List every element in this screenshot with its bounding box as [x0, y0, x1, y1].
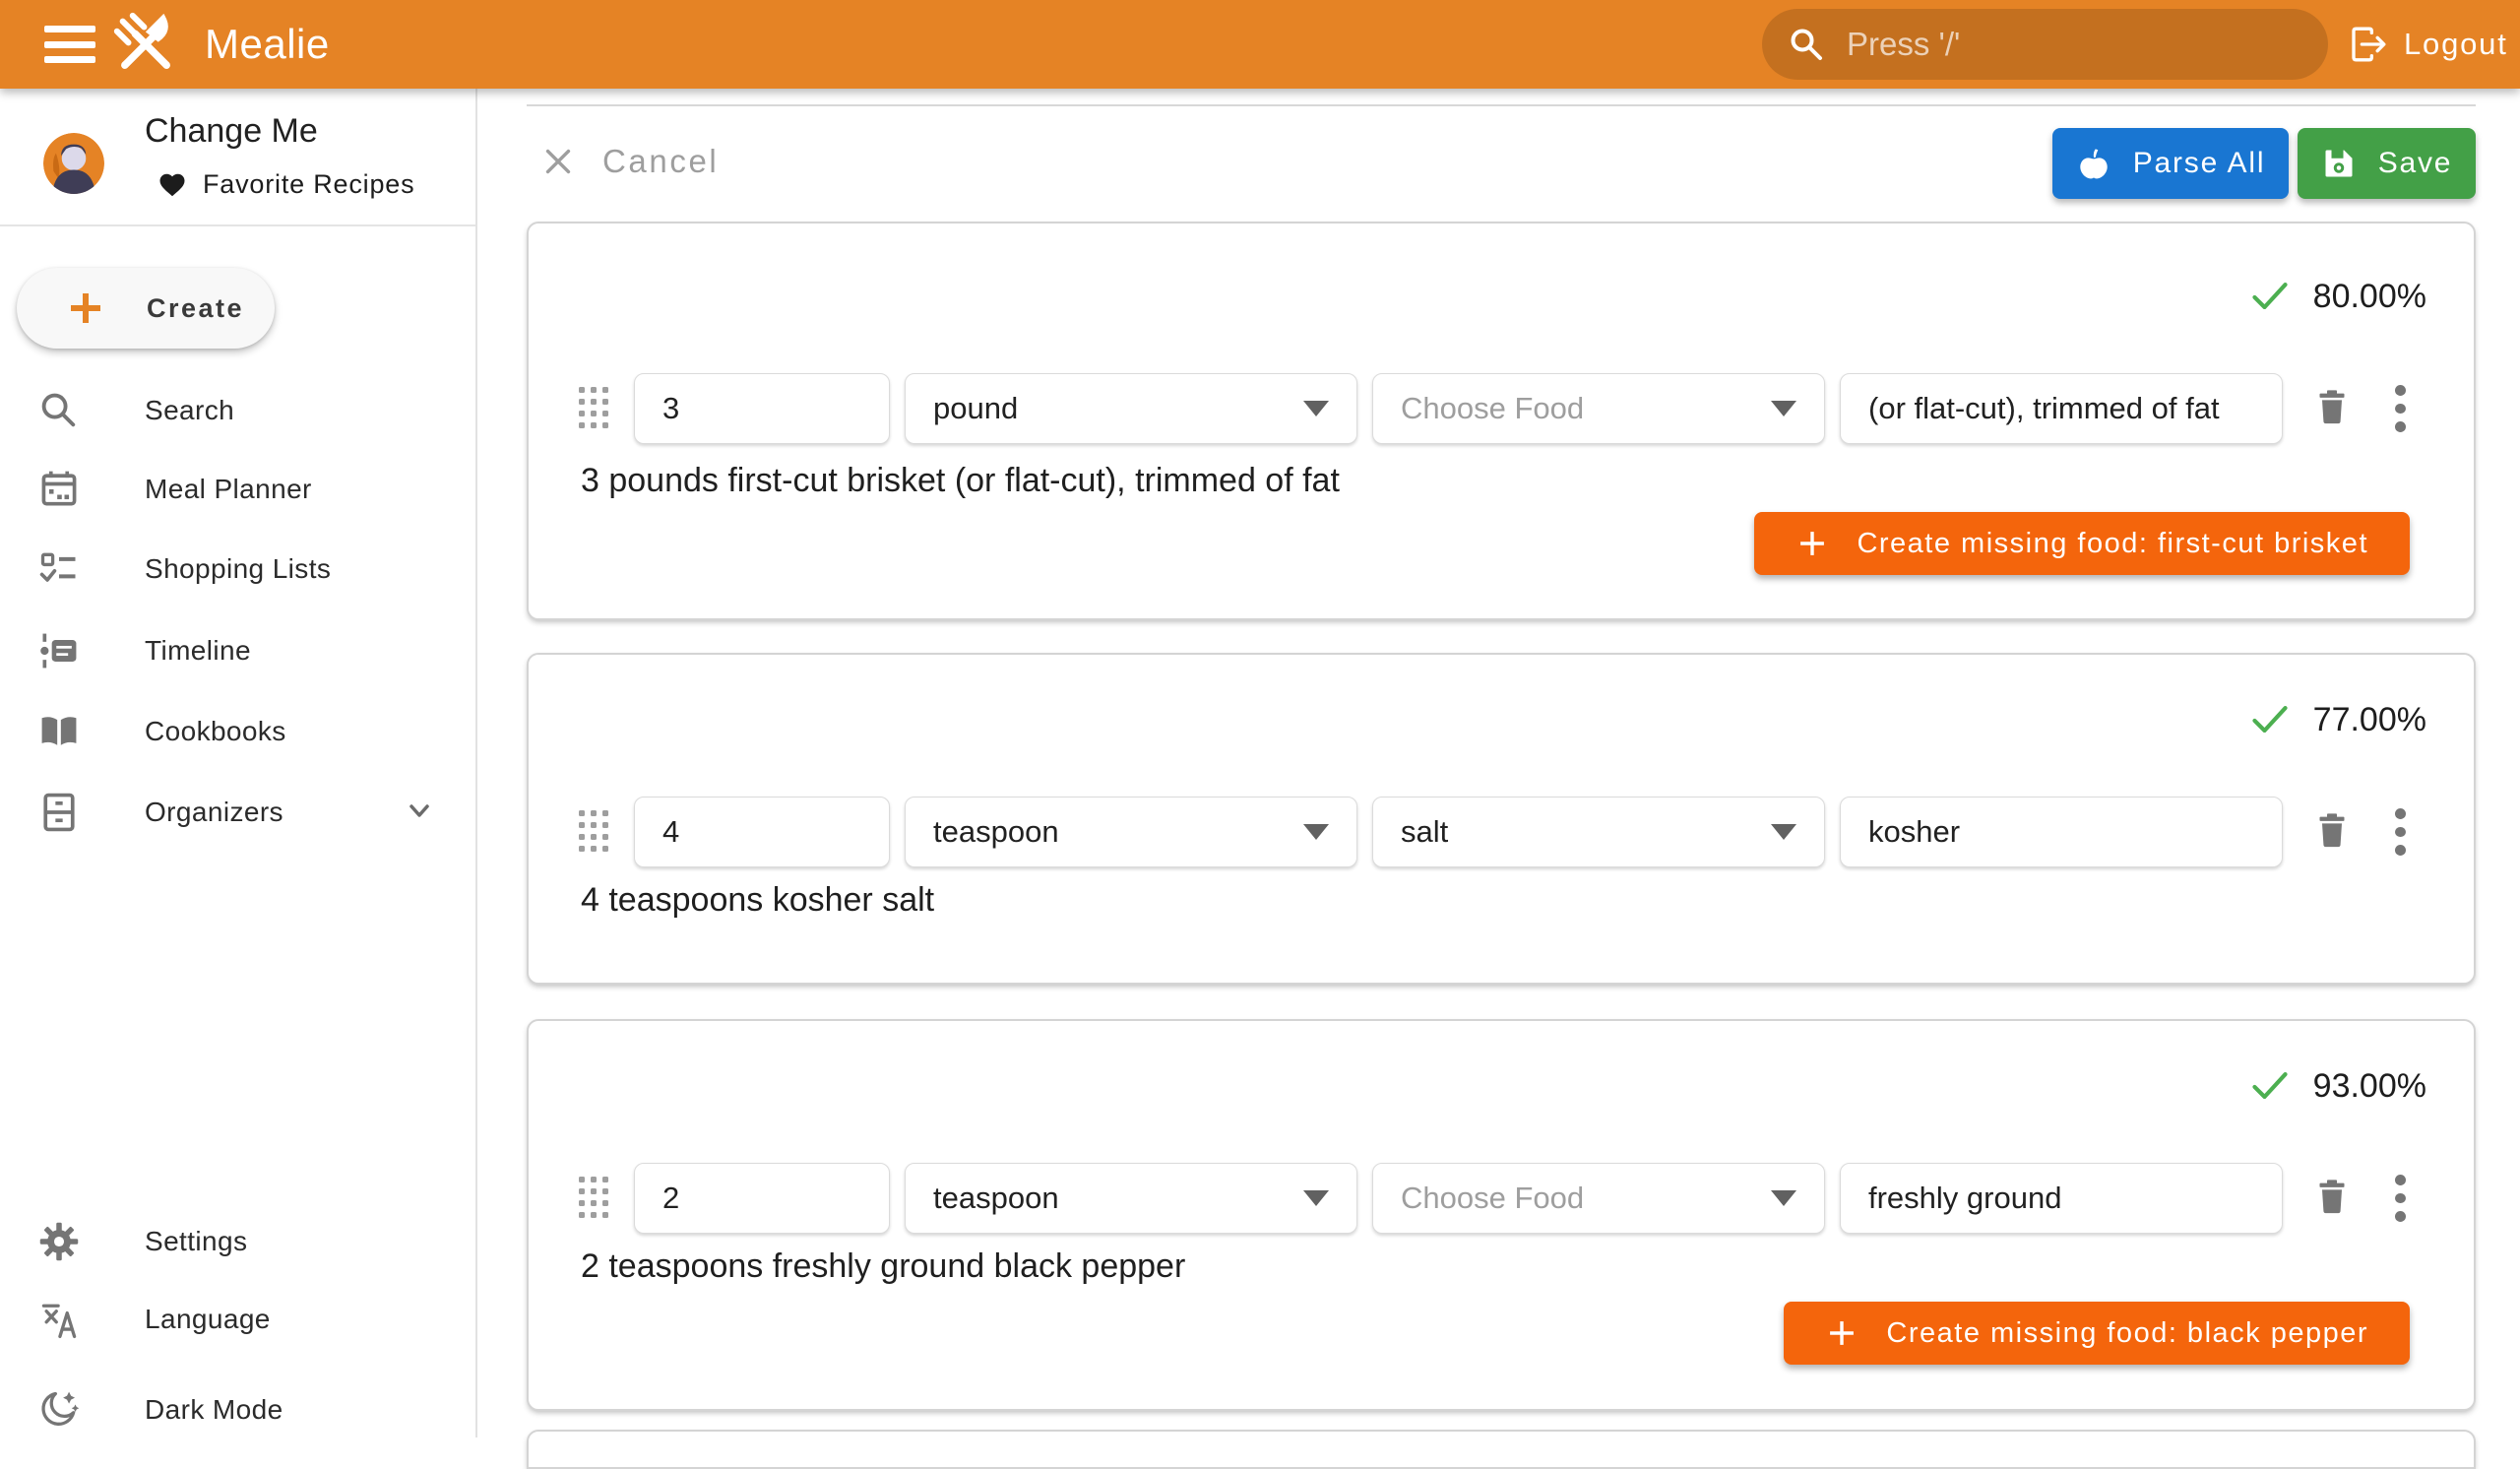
- logout-label: Logout: [2404, 27, 2508, 62]
- dropdown-caret-icon: [1771, 824, 1796, 840]
- favorite-recipes-link[interactable]: Favorite Recipes: [158, 169, 414, 200]
- confidence-value: 80.00%: [2313, 278, 2426, 316]
- kebab-menu-icon[interactable]: [2383, 385, 2417, 432]
- confidence-value: 77.00%: [2313, 701, 2426, 739]
- original-ingredient-text: 4 teaspoons kosher salt: [581, 881, 934, 920]
- trash-icon[interactable]: [2312, 810, 2352, 855]
- confidence-indicator: 77.00%: [2248, 698, 2426, 741]
- create-missing-food-button[interactable]: Create missing food: black pepper: [1784, 1302, 2410, 1365]
- quantity-input[interactable]: [634, 1163, 890, 1234]
- cancel-button[interactable]: Cancel: [539, 136, 719, 187]
- logout-button[interactable]: Logout: [2349, 0, 2508, 89]
- ingredient-fields-row: teaspoon Choose Food: [561, 1163, 2441, 1234]
- search-input[interactable]: [1847, 26, 2302, 63]
- ingredient-card: 93.00% teaspoon Choose Food: [527, 1019, 2476, 1411]
- calendar-icon: [37, 468, 81, 511]
- search-bar[interactable]: [1762, 9, 2328, 80]
- previous-card-bottom-edge: [527, 104, 2476, 106]
- confidence-indicator: 93.00%: [2248, 1064, 2426, 1108]
- unit-select[interactable]: pound: [905, 373, 1357, 444]
- sidebar-item-meal-planner[interactable]: Meal Planner: [0, 449, 477, 530]
- create-button-label: Create: [147, 293, 244, 324]
- ingredient-card: 77.00% teaspoon salt 4 tea: [527, 653, 2476, 985]
- sidebar-item-timeline[interactable]: Timeline: [0, 610, 477, 691]
- favorite-recipes-label: Favorite Recipes: [203, 169, 414, 200]
- confidence-indicator: 80.00%: [2248, 275, 2426, 318]
- checklist-icon: [37, 547, 81, 591]
- save-button[interactable]: Save: [2298, 128, 2476, 199]
- original-ingredient-text: 2 teaspoons freshly ground black pepper: [581, 1247, 1185, 1286]
- ingredient-card-partial: [527, 1430, 2476, 1469]
- confidence-value: 93.00%: [2313, 1067, 2426, 1106]
- ingredient-fields-row: teaspoon salt: [561, 797, 2441, 867]
- app-bar: Mealie Logout: [0, 0, 2520, 89]
- save-icon: [2321, 146, 2357, 181]
- user-name: Change Me: [145, 112, 318, 151]
- sidebar-item-cookbooks[interactable]: Cookbooks: [0, 691, 477, 772]
- sidebar-item-shopping-lists[interactable]: Shopping Lists: [0, 529, 477, 609]
- book-open-icon: [37, 710, 81, 753]
- trash-icon[interactable]: [2312, 1177, 2352, 1221]
- note-input[interactable]: [1840, 797, 2283, 867]
- original-ingredient-text: 3 pounds first-cut brisket (or flat-cut)…: [581, 462, 1340, 500]
- food-select[interactable]: salt: [1372, 797, 1825, 867]
- timeline-icon: [37, 629, 81, 672]
- parse-all-button[interactable]: Parse All: [2052, 128, 2289, 199]
- mealie-logo-icon: [110, 9, 181, 80]
- sidebar-divider: [0, 224, 475, 226]
- sidebar-item-dark-mode[interactable]: Dark Mode: [0, 1370, 477, 1450]
- user-profile: Change Me Favorite Recipes: [0, 89, 475, 224]
- note-input[interactable]: [1840, 1163, 2283, 1234]
- kebab-menu-icon[interactable]: [2383, 808, 2417, 856]
- ingredient-fields-row: pound Choose Food: [561, 373, 2441, 444]
- quantity-input[interactable]: [634, 373, 890, 444]
- app-title: Mealie: [205, 0, 330, 89]
- dropdown-caret-icon: [1303, 401, 1329, 416]
- plus-icon: [66, 288, 105, 328]
- sidebar-item-settings[interactable]: Settings: [0, 1201, 477, 1282]
- drag-handle-icon[interactable]: [579, 1177, 610, 1220]
- check-icon: [2248, 1064, 2292, 1108]
- create-button[interactable]: Create: [17, 268, 275, 349]
- menu-icon[interactable]: [44, 26, 95, 63]
- avatar[interactable]: [43, 133, 104, 194]
- unit-select[interactable]: teaspoon: [905, 797, 1357, 867]
- heart-icon: [158, 170, 187, 200]
- check-icon: [2248, 275, 2292, 318]
- chevron-down-icon: [402, 793, 437, 833]
- sidebar-item-search[interactable]: Search: [0, 370, 477, 451]
- close-icon: [539, 143, 577, 180]
- trash-icon[interactable]: [2312, 387, 2352, 431]
- check-icon: [2248, 698, 2292, 741]
- dropdown-caret-icon: [1303, 1190, 1329, 1206]
- sidebar-item-organizers[interactable]: Organizers: [0, 772, 477, 853]
- quantity-input[interactable]: [634, 797, 890, 867]
- note-input[interactable]: [1840, 373, 2283, 444]
- sidebar-item-language[interactable]: Language: [0, 1279, 477, 1360]
- create-missing-food-button[interactable]: Create missing food: first-cut brisket: [1754, 512, 2410, 575]
- translate-icon: [37, 1298, 81, 1341]
- drag-handle-icon[interactable]: [579, 810, 610, 854]
- plus-icon: [1796, 527, 1829, 560]
- apple-icon: [2076, 146, 2111, 181]
- dropdown-caret-icon: [1303, 824, 1329, 840]
- drag-handle-icon[interactable]: [579, 387, 610, 430]
- unit-select[interactable]: teaspoon: [905, 1163, 1357, 1234]
- moon-icon: [37, 1388, 81, 1432]
- food-select[interactable]: Choose Food: [1372, 1163, 1825, 1234]
- file-cabinet-icon: [37, 791, 81, 834]
- magnify-icon: [37, 389, 81, 432]
- food-select[interactable]: Choose Food: [1372, 373, 1825, 444]
- sidebar: Change Me Favorite Recipes Create Search…: [0, 89, 477, 1437]
- main-content: Cancel Parse All Save 80.00% pound: [479, 89, 2520, 1437]
- dropdown-caret-icon: [1771, 1190, 1796, 1206]
- dropdown-caret-icon: [1771, 401, 1796, 416]
- gear-icon: [37, 1220, 81, 1263]
- logout-icon: [2349, 25, 2388, 64]
- kebab-menu-icon[interactable]: [2383, 1175, 2417, 1222]
- ingredient-card: 80.00% pound Choose Food 3: [527, 222, 2476, 620]
- plus-icon: [1825, 1316, 1858, 1350]
- search-icon: [1788, 26, 1825, 63]
